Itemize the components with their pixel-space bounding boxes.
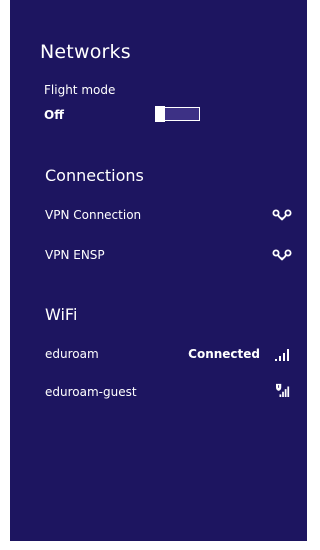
connections-heading: Connections <box>45 166 144 185</box>
wifi-connected-status: Connected <box>188 347 260 361</box>
wifi-secured-signal-icon <box>276 383 290 397</box>
vpn-connection-item[interactable]: VPN Connection <box>45 208 141 222</box>
vpn-icon[interactable] <box>272 209 292 223</box>
flight-mode-toggle[interactable] <box>155 106 200 122</box>
wifi-signal-icon <box>275 349 289 361</box>
flight-mode-label: Flight mode <box>44 83 116 97</box>
vpn-icon[interactable] <box>272 249 292 263</box>
wifi-item-eduroam[interactable]: eduroam <box>45 347 99 361</box>
networks-panel: Networks Flight mode Off Connections VPN… <box>10 0 307 541</box>
vpn-ensp-item[interactable]: VPN ENSP <box>45 248 105 262</box>
wifi-item-eduroam-guest[interactable]: eduroam-guest <box>45 385 137 399</box>
wifi-heading: WiFi <box>45 305 78 324</box>
panel-title: Networks <box>40 41 131 63</box>
flight-mode-state: Off <box>44 108 64 122</box>
toggle-thumb[interactable] <box>155 106 165 122</box>
